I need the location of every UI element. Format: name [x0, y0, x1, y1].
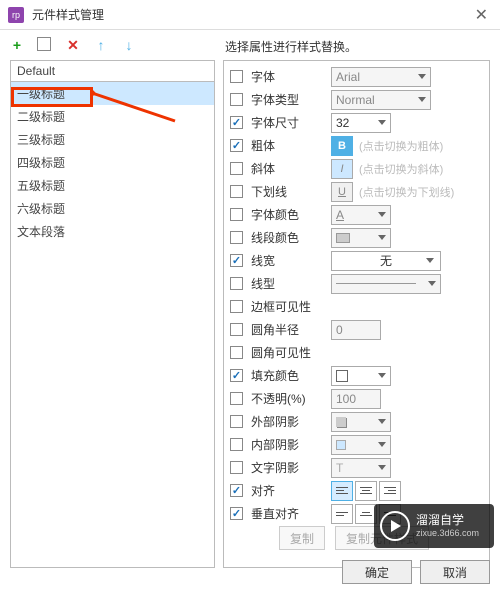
- default-style[interactable]: Default: [11, 61, 214, 82]
- checkbox[interactable]: [230, 369, 243, 382]
- prop-line-style: 线型: [224, 272, 489, 295]
- valign-top-icon[interactable]: [331, 504, 353, 524]
- checkbox[interactable]: [230, 484, 243, 497]
- property-list: 字体Arial 字体类型Normal 字体尺寸32 粗体B(点击切换为粗体) 斜…: [223, 60, 490, 568]
- align-right-icon[interactable]: [379, 481, 401, 501]
- font-select[interactable]: Arial: [331, 67, 431, 87]
- prop-font-type: 字体类型Normal: [224, 88, 489, 111]
- prop-align: 对齐: [224, 479, 489, 502]
- line-width-select[interactable]: 无: [331, 251, 441, 271]
- play-icon: [380, 511, 410, 541]
- prop-font-size: 字体尺寸32: [224, 111, 489, 134]
- checkbox[interactable]: [230, 254, 243, 267]
- duplicate-icon[interactable]: [38, 38, 52, 52]
- prop-segment-color: 线段颜色: [224, 226, 489, 249]
- list-item[interactable]: 三级标题: [11, 128, 214, 151]
- prop-border-vis: 边框可见性: [224, 295, 489, 318]
- style-list: Default 一级标题 二级标题 三级标题 四级标题 五级标题 六级标题 文本…: [10, 60, 215, 568]
- window-title: 元件样式管理: [32, 6, 471, 23]
- prop-inner-shadow: 内部阴影: [224, 433, 489, 456]
- prop-italic: 斜体I(点击切换为斜体): [224, 157, 489, 180]
- prop-font-color: 字体颜色A: [224, 203, 489, 226]
- move-up-icon[interactable]: ↑: [94, 38, 108, 52]
- italic-icon[interactable]: I: [331, 159, 353, 179]
- delete-icon[interactable]: ✕: [66, 38, 80, 52]
- font-type-select[interactable]: Normal: [331, 90, 431, 110]
- checkbox[interactable]: [230, 392, 243, 405]
- opacity-input[interactable]: 100: [331, 389, 381, 409]
- checkbox[interactable]: [230, 438, 243, 451]
- checkbox[interactable]: [230, 300, 243, 313]
- prop-underline: 下划线U(点击切换为下划线): [224, 180, 489, 203]
- checkbox[interactable]: [230, 231, 243, 244]
- prop-fill-color: 填充颜色: [224, 364, 489, 387]
- prop-corner-radius: 圆角半径0: [224, 318, 489, 341]
- footer: 确定 取消: [342, 560, 490, 584]
- checkbox[interactable]: [230, 323, 243, 336]
- close-icon[interactable]: ✕: [471, 5, 492, 25]
- checkbox[interactable]: [230, 507, 243, 520]
- font-size-select[interactable]: 32: [331, 113, 391, 133]
- app-icon: rp: [8, 7, 24, 23]
- cancel-button[interactable]: 取消: [420, 560, 490, 584]
- prop-text-shadow: 文字阴影T: [224, 456, 489, 479]
- list-item[interactable]: 文本段落: [11, 220, 214, 243]
- font-color-select[interactable]: A: [331, 205, 391, 225]
- checkbox[interactable]: [230, 415, 243, 428]
- corner-radius-input[interactable]: 0: [331, 320, 381, 340]
- inner-shadow-select[interactable]: [331, 435, 391, 455]
- bold-icon[interactable]: B: [331, 136, 353, 156]
- checkbox[interactable]: [230, 93, 243, 106]
- checkbox[interactable]: [230, 139, 243, 152]
- checkbox[interactable]: [230, 70, 243, 83]
- align-center-icon[interactable]: [355, 481, 377, 501]
- align-left-icon[interactable]: [331, 481, 353, 501]
- titlebar: rp 元件样式管理 ✕: [0, 0, 500, 30]
- checkbox[interactable]: [230, 162, 243, 175]
- fill-color-select[interactable]: [331, 366, 391, 386]
- checkbox[interactable]: [230, 461, 243, 474]
- list-item[interactable]: 六级标题: [11, 197, 214, 220]
- prop-font: 字体Arial: [224, 65, 489, 88]
- checkbox[interactable]: [230, 208, 243, 221]
- instruction-text: 选择属性进行样式替换。: [225, 38, 357, 55]
- list-item[interactable]: 四级标题: [11, 151, 214, 174]
- prop-bold: 粗体B(点击切换为粗体): [224, 134, 489, 157]
- add-icon[interactable]: +: [10, 38, 24, 52]
- segment-color-select[interactable]: [331, 228, 391, 248]
- list-item[interactable]: 二级标题: [11, 105, 214, 128]
- checkbox[interactable]: [230, 116, 243, 129]
- outer-shadow-select[interactable]: [331, 412, 391, 432]
- prop-opacity: 不透明(%)100: [224, 387, 489, 410]
- list-item[interactable]: 五级标题: [11, 174, 214, 197]
- checkbox[interactable]: [230, 185, 243, 198]
- copy-button[interactable]: 复制: [279, 526, 325, 550]
- checkbox[interactable]: [230, 346, 243, 359]
- watermark: 溜溜自学zixue.3d66.com: [374, 504, 494, 548]
- text-shadow-select[interactable]: T: [331, 458, 391, 478]
- prop-corner-vis: 圆角可见性: [224, 341, 489, 364]
- prop-outer-shadow: 外部阴影: [224, 410, 489, 433]
- underline-icon[interactable]: U: [331, 182, 353, 202]
- list-item[interactable]: 一级标题: [11, 82, 214, 105]
- prop-line-width: 线宽无: [224, 249, 489, 272]
- checkbox[interactable]: [230, 277, 243, 290]
- ok-button[interactable]: 确定: [342, 560, 412, 584]
- line-style-select[interactable]: [331, 274, 441, 294]
- move-down-icon[interactable]: ↓: [122, 38, 136, 52]
